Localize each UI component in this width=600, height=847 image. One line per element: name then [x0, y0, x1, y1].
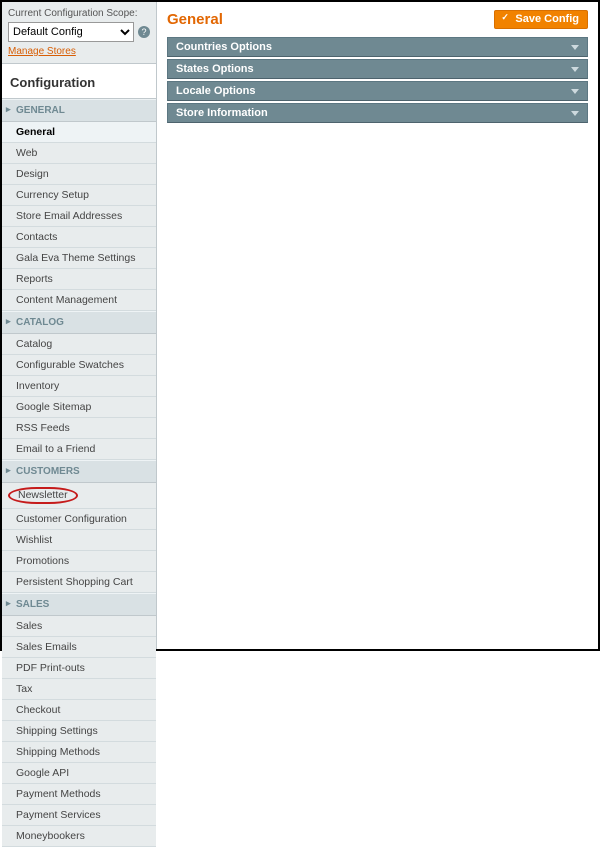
sidebar-item[interactable]: Inventory — [2, 376, 156, 397]
manage-stores-link[interactable]: Manage Stores — [8, 46, 76, 57]
sidebar-item[interactable]: Design — [2, 164, 156, 185]
configuration-heading: Configuration — [2, 64, 156, 99]
sidebar-item[interactable]: General — [2, 122, 156, 143]
sidebar-group-title[interactable]: GENERAL — [2, 99, 156, 122]
sidebar-item-list: CatalogConfigurable SwatchesInventoryGoo… — [2, 334, 156, 460]
sidebar-item-list: Newsletter Customer ConfigurationWishlist… — [2, 483, 156, 593]
main-content: General Save Config Countries Options Sta… — [157, 2, 598, 649]
sidebar-item[interactable]: Wishlist — [2, 530, 156, 551]
highlight-circle: Newsletter — [8, 487, 78, 504]
sidebar-item[interactable]: Newsletter — [2, 483, 156, 509]
sidebar-groups: GENERALGeneralWebDesignCurrency SetupSto… — [2, 99, 156, 847]
sidebar-item[interactable]: Shipping Methods — [2, 742, 156, 763]
sidebar-item[interactable]: Customer Configuration — [2, 509, 156, 530]
sidebar-item[interactable]: Shipping Settings — [2, 721, 156, 742]
sidebar-item[interactable]: Persistent Shopping Cart — [2, 572, 156, 593]
sidebar-item[interactable]: RSS Feeds — [2, 418, 156, 439]
sidebar-item[interactable]: Currency Setup — [2, 185, 156, 206]
sidebar-item[interactable]: Sales — [2, 616, 156, 637]
section-label: Locale Options — [176, 85, 255, 97]
section-label: Store Information — [176, 107, 268, 119]
sidebar-item[interactable]: Configurable Swatches — [2, 355, 156, 376]
page-header: General Save Config — [167, 10, 588, 37]
sidebar-group: CUSTOMERS Newsletter Customer Configuratio… — [2, 460, 156, 593]
save-config-button[interactable]: Save Config — [494, 10, 588, 29]
chevron-down-icon — [571, 111, 579, 116]
sidebar-item[interactable]: Reports — [2, 269, 156, 290]
section-label: States Options — [176, 63, 254, 75]
sidebar-group: GENERALGeneralWebDesignCurrency SetupSto… — [2, 99, 156, 311]
section-label: Countries Options — [176, 41, 272, 53]
section-header[interactable]: States Options — [167, 59, 588, 79]
scope-row: Default Config ? — [8, 22, 150, 42]
sidebar-item[interactable]: Contacts — [2, 227, 156, 248]
section-header[interactable]: Countries Options — [167, 37, 588, 57]
sidebar-item[interactable]: Content Management — [2, 290, 156, 311]
sidebar-item[interactable]: Store Email Addresses — [2, 206, 156, 227]
sidebar-item[interactable]: Sales Emails — [2, 637, 156, 658]
scope-label: Current Configuration Scope: — [8, 8, 150, 19]
scope-panel: Current Configuration Scope: Default Con… — [2, 2, 156, 64]
sidebar-item[interactable]: Checkout — [2, 700, 156, 721]
sidebar-item[interactable]: Web — [2, 143, 156, 164]
sidebar: Current Configuration Scope: Default Con… — [2, 2, 157, 649]
sidebar-group: SALESSalesSales EmailsPDF Print-outsTaxC… — [2, 593, 156, 847]
sidebar-group-title[interactable]: CUSTOMERS — [2, 460, 156, 483]
check-icon — [501, 14, 511, 24]
sidebar-item[interactable]: Promotions — [2, 551, 156, 572]
sidebar-group-title[interactable]: SALES — [2, 593, 156, 616]
sidebar-item[interactable]: Google Sitemap — [2, 397, 156, 418]
save-config-label: Save Config — [515, 13, 579, 25]
page-title: General — [167, 11, 223, 28]
section-header[interactable]: Store Information — [167, 103, 588, 123]
sidebar-group-title[interactable]: CATALOG — [2, 311, 156, 334]
sidebar-item[interactable]: Catalog — [2, 334, 156, 355]
sidebar-item-list: GeneralWebDesignCurrency SetupStore Emai… — [2, 122, 156, 311]
chevron-down-icon — [571, 45, 579, 50]
sidebar-item[interactable]: Payment Services — [2, 805, 156, 826]
scope-select[interactable]: Default Config — [8, 22, 134, 42]
sidebar-item[interactable]: PDF Print-outs — [2, 658, 156, 679]
help-icon[interactable]: ? — [138, 26, 150, 38]
sidebar-group: CATALOGCatalogConfigurable SwatchesInven… — [2, 311, 156, 460]
sidebar-item[interactable]: Gala Eva Theme Settings — [2, 248, 156, 269]
app-root: Current Configuration Scope: Default Con… — [2, 2, 598, 649]
chevron-down-icon — [571, 89, 579, 94]
sections-accordion: Countries Options States Options Locale Op… — [167, 37, 588, 125]
sidebar-item[interactable]: Tax — [2, 679, 156, 700]
sidebar-item[interactable]: Email to a Friend — [2, 439, 156, 460]
chevron-down-icon — [571, 67, 579, 72]
section-header[interactable]: Locale Options — [167, 81, 588, 101]
sidebar-item[interactable]: Moneybookers — [2, 826, 156, 847]
sidebar-item[interactable]: Google API — [2, 763, 156, 784]
sidebar-item[interactable]: Payment Methods — [2, 784, 156, 805]
